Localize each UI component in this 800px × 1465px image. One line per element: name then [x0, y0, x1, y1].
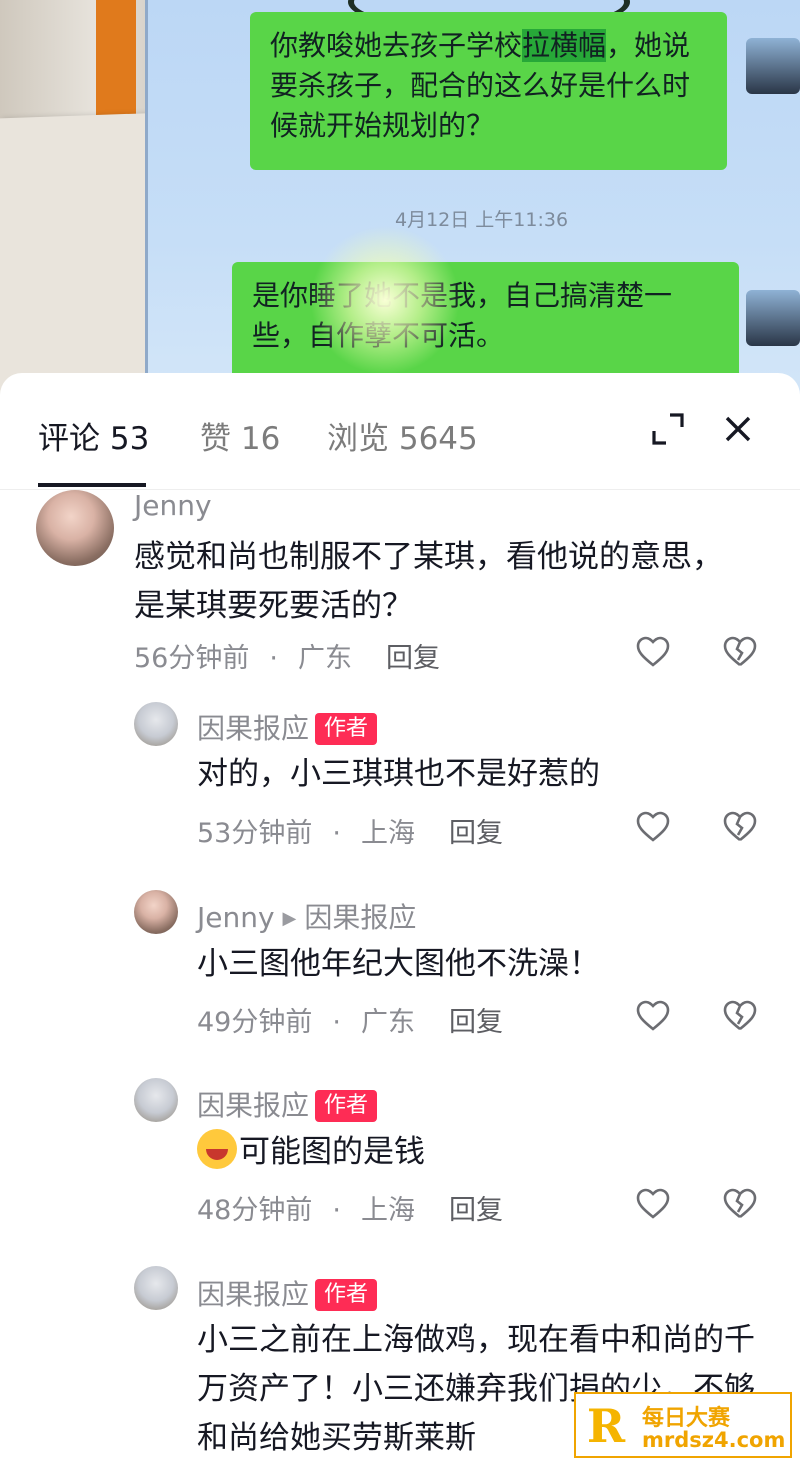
chat-avatar — [746, 290, 800, 346]
comment-meta: 56分钟前 · 广东 回复 — [134, 643, 440, 674]
heart-icon[interactable] — [635, 634, 671, 670]
watermark-logo: R — [586, 1399, 626, 1453]
active-tab-indicator — [38, 483, 146, 487]
avatar[interactable] — [36, 490, 114, 566]
highlighted-text: 拉横幅 — [522, 29, 607, 62]
broken-heart-icon[interactable] — [722, 998, 758, 1034]
avatar[interactable] — [134, 702, 178, 746]
reply-arrow-icon: ▶ — [282, 908, 297, 929]
tab-comments[interactable]: 评论 53 — [38, 413, 149, 458]
avatar[interactable] — [134, 1266, 178, 1310]
laughing-crying-emoji-icon — [197, 1129, 237, 1169]
expand-icon[interactable] — [648, 409, 688, 449]
site-watermark: R 每日大赛 mrdsz4.com — [574, 1392, 792, 1458]
comment-text: 小三图他年纪大图他不洗澡！ — [197, 946, 600, 982]
reply-button[interactable]: 回复 — [449, 1195, 503, 1226]
avatar[interactable] — [134, 1078, 178, 1122]
chat-timestamp: 4月12日 上午11:36 — [395, 209, 569, 231]
reply-button[interactable]: 回复 — [449, 818, 503, 849]
light-glare — [310, 225, 460, 375]
reply-button[interactable]: 回复 — [449, 1007, 503, 1038]
broken-heart-icon[interactable] — [722, 634, 758, 670]
chat-screenshot-photo: 你教唆她去孩子学校拉横幅，她说要杀孩子，配合的这么好是什么时候就开始规划的？ 4… — [0, 0, 800, 400]
heart-icon[interactable] — [635, 809, 671, 845]
tab-views[interactable]: 浏览 5645 — [327, 413, 478, 458]
broken-heart-icon[interactable] — [722, 809, 758, 845]
chat-avatar — [746, 38, 800, 94]
reply-button[interactable]: 回复 — [386, 643, 440, 674]
avatar[interactable] — [134, 890, 178, 934]
broken-heart-icon[interactable] — [722, 1186, 758, 1222]
author-badge: 作者 — [315, 1090, 378, 1122]
tab-bar: 评论 53 赞 16 浏览 5645 — [0, 373, 800, 490]
comment-text: 感觉和尚也制服不了某琪，看他说的意思，是某琪要死要活的？ — [134, 539, 723, 624]
watermark-url: mrdsz4.com — [642, 1428, 786, 1452]
tab-likes[interactable]: 赞 16 — [200, 413, 280, 458]
author-badge: 作者 — [315, 1279, 378, 1311]
author-badge: 作者 — [315, 713, 378, 745]
comment-author[interactable]: 因果报应 作者 — [197, 707, 378, 747]
heart-icon[interactable] — [635, 1186, 671, 1222]
chat-bubble-2: 是你睡了她不是我，自己搞清楚一些，自作孽不可活。 — [232, 262, 739, 385]
comment-author[interactable]: 因果报应 作者 — [197, 1273, 378, 1313]
comment-meta: 53分钟前 · 上海 回复 — [197, 818, 503, 849]
close-icon[interactable] — [718, 409, 758, 449]
comment-author[interactable]: Jenny ▶ 因果报应 — [197, 896, 416, 936]
comment-text: 可能图的是钱 — [197, 1128, 757, 1177]
comment-author[interactable]: 因果报应 作者 — [197, 1084, 378, 1124]
heart-icon[interactable] — [635, 998, 671, 1034]
comment-text: 对的，小三琪琪也不是好惹的 — [197, 756, 600, 792]
chat-bubble-1: 你教唆她去孩子学校拉横幅，她说要杀孩子，配合的这么好是什么时候就开始规划的？ — [250, 12, 727, 170]
comment-meta: 48分钟前 · 上海 回复 — [197, 1195, 503, 1226]
comment-author[interactable]: Jenny — [134, 489, 212, 522]
comment-meta: 49分钟前 · 广东 回复 — [197, 1007, 503, 1038]
